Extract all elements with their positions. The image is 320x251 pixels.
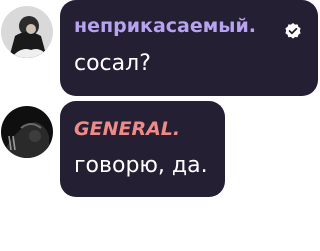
chat-thread: неприкасаемый. сосал? GENERAL. говорю, д… (0, 0, 320, 251)
message-text: говорю, да. (74, 153, 208, 178)
message-author[interactable]: неприкасаемый. (74, 15, 256, 37)
message-author[interactable]: GENERAL. (74, 118, 180, 140)
verified-badge-icon (284, 22, 302, 40)
message-bubble[interactable]: неприкасаемый. сосал? (60, 0, 318, 96)
message-bubble[interactable]: GENERAL. говорю, да. (60, 101, 225, 197)
avatar[interactable] (1, 106, 53, 158)
avatar[interactable] (1, 6, 53, 58)
message-text: сосал? (74, 51, 151, 76)
